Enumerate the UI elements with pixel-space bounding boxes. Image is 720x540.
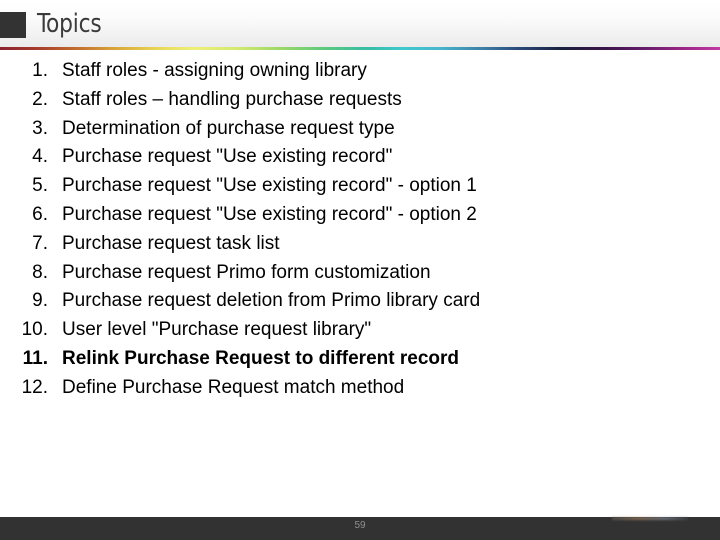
- list-item: 12. Define Purchase Request match method: [0, 377, 720, 406]
- slide-content: 1. Staff roles - assigning owning library…: [0, 60, 720, 406]
- list-item: 9. Purchase request deletion from Primo l…: [0, 290, 720, 319]
- slide-footer: 59: [0, 517, 720, 540]
- list-item-label: Relink Purchase Request to different rec…: [62, 347, 459, 369]
- list-item-number: 10.: [21, 319, 48, 341]
- list-item-number: 1.: [32, 60, 48, 81]
- page-number: 59: [354, 520, 366, 531]
- list-item: 7. Purchase request task list: [0, 233, 720, 262]
- list-item-number: 5.: [32, 175, 48, 197]
- topic-list: 1. Staff roles - assigning owning library…: [0, 60, 720, 406]
- list-item-label: Purchase request task list: [62, 232, 280, 254]
- page-title: Topics: [37, 9, 102, 39]
- list-item-number: 7.: [32, 232, 48, 254]
- list-item-number: 9.: [32, 290, 48, 312]
- list-item: 2. Staff roles – handling purchase reques…: [0, 89, 720, 118]
- list-item: 4. Purchase request "Use existing record": [0, 146, 720, 175]
- list-item-label: Purchase request "Use existing record" -…: [62, 175, 477, 197]
- list-item-number: 11.: [22, 347, 48, 369]
- list-item-label: Staff roles - assigning owning library: [62, 60, 367, 81]
- list-item: 6. Purchase request "Use existing record"…: [0, 204, 720, 233]
- list-item-label: Purchase request deletion from Primo lib…: [62, 290, 481, 312]
- list-item-label: Define Purchase Request match method: [62, 376, 405, 398]
- list-item-number: 8.: [32, 261, 48, 283]
- list-item-label: Staff roles – handling purchase requests: [62, 88, 402, 110]
- list-item-label: Purchase request "Use existing record": [62, 146, 393, 168]
- rainbow-accent-bar: [0, 47, 720, 50]
- list-item: 1. Staff roles - assigning owning library: [0, 60, 720, 89]
- list-item-number: 12.: [21, 376, 48, 398]
- list-item: 3. Determination of purchase request type: [0, 118, 720, 147]
- list-item-number: 2.: [32, 88, 48, 110]
- list-item: 8. Purchase request Primo form customizat…: [0, 262, 720, 291]
- list-item: 10. User level "Purchase request library": [0, 319, 720, 348]
- footer-artifact: [612, 517, 688, 520]
- list-item-number: 3.: [32, 117, 48, 139]
- list-item: 5. Purchase request "Use existing record"…: [0, 175, 720, 204]
- slide: Topics 1. Staff roles - assigning owning …: [0, 0, 720, 540]
- list-item-label: Purchase request Primo form customizatio…: [62, 261, 431, 283]
- header-square-decoration: [0, 12, 26, 38]
- list-item-label: User level "Purchase request library": [62, 319, 372, 341]
- list-item: 11. Relink Purchase Request to different …: [0, 348, 720, 377]
- list-item-number: 4.: [32, 146, 48, 168]
- list-item-number: 6.: [32, 203, 48, 225]
- list-item-label: Determination of purchase request type: [62, 117, 395, 139]
- slide-header: Topics: [0, 0, 720, 47]
- list-item-label: Purchase request "Use existing record" -…: [62, 203, 477, 225]
